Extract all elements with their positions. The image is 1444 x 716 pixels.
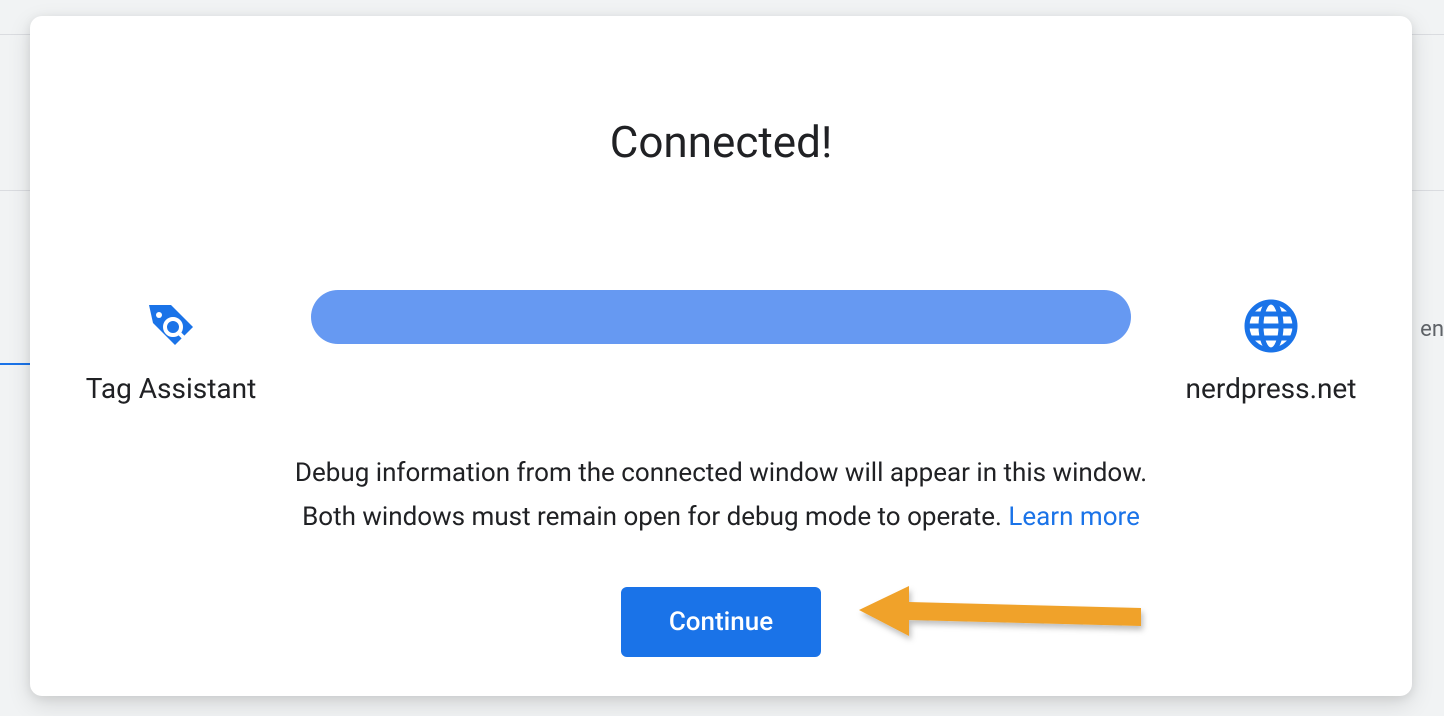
learn-more-link[interactable]: Learn more: [1008, 502, 1140, 532]
description-line-2: Both windows must remain open for debug …: [302, 502, 1008, 532]
background-text-fragment: en: [1420, 317, 1444, 342]
endpoint-site: nerdpress.net: [1171, 298, 1371, 405]
modal-title: Connected!: [610, 116, 833, 168]
tag-assistant-icon: [143, 298, 199, 354]
connected-modal: Connected! Tag Assistant: [30, 16, 1412, 696]
connection-bar: [311, 290, 1131, 344]
modal-description: Debug information from the connected win…: [295, 451, 1147, 539]
background-accent-line: [0, 363, 30, 365]
endpoint-label: nerdpress.net: [1186, 372, 1357, 405]
continue-button[interactable]: Continue: [621, 587, 821, 657]
connection-row: Tag Assistant nerdpress.net: [70, 298, 1372, 405]
button-row: Continue: [70, 587, 1372, 657]
globe-icon: [1243, 298, 1299, 354]
endpoint-tag-assistant: Tag Assistant: [71, 298, 271, 405]
endpoint-label: Tag Assistant: [86, 372, 257, 405]
annotation-arrow-icon: [851, 580, 1151, 664]
description-line-1: Debug information from the connected win…: [295, 458, 1147, 488]
